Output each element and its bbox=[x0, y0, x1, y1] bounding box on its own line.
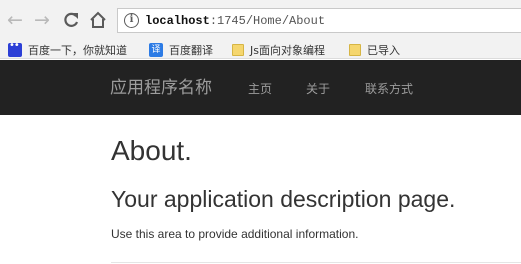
bookmarks-bar: 百度一下，你就知道 译 百度翻译 Js面向对象编程 已导入 bbox=[0, 40, 521, 59]
bookmark-baidu-translate[interactable]: 译 百度翻译 bbox=[149, 40, 213, 59]
arrow-right-icon[interactable]: → bbox=[32, 9, 52, 31]
folder-icon bbox=[349, 43, 361, 56]
nav-link-home[interactable]: 主页 bbox=[248, 80, 272, 98]
bookmark-baidu[interactable]: 百度一下，你就知道 bbox=[8, 40, 127, 59]
translate-icon: 译 bbox=[149, 42, 163, 57]
bookmark-label: Js面向对象编程 bbox=[250, 43, 325, 57]
address-bar[interactable]: i localhost:1745/Home/About bbox=[117, 8, 521, 33]
reload-icon[interactable] bbox=[61, 9, 81, 31]
page-description: Use this area to provide additional info… bbox=[111, 227, 359, 241]
bookmark-label: 百度一下，你就知道 bbox=[28, 43, 127, 57]
url-text[interactable]: localhost:1745/Home/About bbox=[145, 13, 325, 29]
page-subtitle: Your application description page. bbox=[111, 186, 456, 212]
url-path: :1745/Home/About bbox=[209, 14, 326, 28]
site-navbar: 应用程序名称 主页 关于 联系方式 bbox=[0, 60, 521, 115]
bookmark-label: 已导入 bbox=[367, 43, 400, 57]
bookmark-imported-folder[interactable]: 已导入 bbox=[349, 40, 400, 59]
bookmark-label: 百度翻译 bbox=[169, 43, 213, 57]
info-icon[interactable]: i bbox=[124, 13, 139, 28]
page-title: About. bbox=[111, 135, 192, 166]
url-host: localhost bbox=[145, 14, 210, 28]
nav-link-contact[interactable]: 联系方式 bbox=[365, 80, 413, 98]
nav-link-about[interactable]: 关于 bbox=[306, 80, 330, 98]
home-icon[interactable] bbox=[88, 9, 108, 31]
folder-icon bbox=[232, 43, 244, 56]
baidu-paw-icon bbox=[8, 40, 22, 57]
bookmark-js-folder[interactable]: Js面向对象编程 bbox=[232, 40, 325, 59]
browser-toolbar: ← → i localhost:1745/Home/About bbox=[0, 0, 521, 40]
divider bbox=[111, 262, 521, 263]
brand-link[interactable]: 应用程序名称 bbox=[110, 77, 212, 99]
arrow-left-icon[interactable]: ← bbox=[5, 9, 25, 31]
